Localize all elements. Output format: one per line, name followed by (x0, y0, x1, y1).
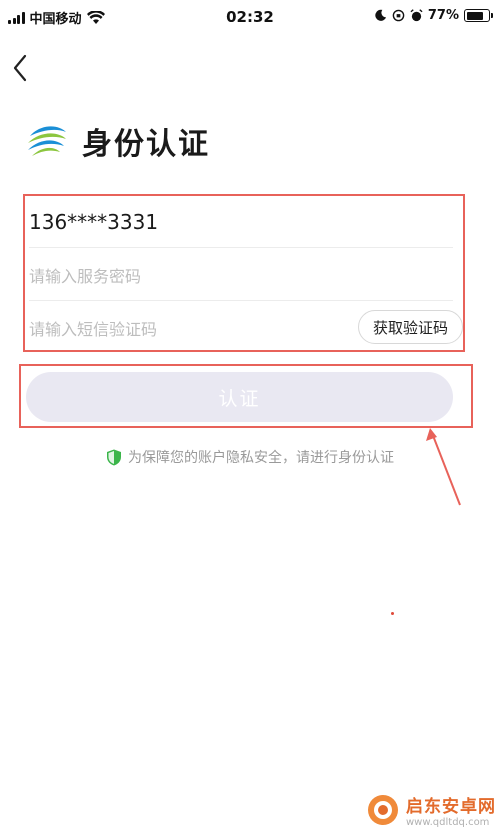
verify-button[interactable]: 认证 (26, 372, 453, 422)
title-row: 身份认证 (24, 118, 210, 164)
china-mobile-logo-icon (28, 126, 66, 156)
status-bar: 中国移动 02:32 77% (0, 0, 500, 34)
watermark-name: 启东安卓网 (406, 797, 496, 817)
shield-icon (107, 449, 121, 465)
watermark: 启东安卓网 www.qdltdq.com (366, 792, 496, 828)
annotation-arrow-icon (426, 428, 461, 506)
battery-icon (464, 9, 493, 22)
page-title: 身份认证 (82, 127, 210, 162)
sms-code-placeholder: 请输入短信验证码 (29, 320, 158, 339)
submit-highlight-box: 认证 (19, 364, 473, 428)
sms-code-field[interactable]: 请输入短信验证码 获取验证码 (29, 302, 463, 354)
password-field[interactable]: 请输入服务密码 (29, 249, 453, 301)
watermark-logo-icon (368, 795, 398, 825)
moon-icon (375, 9, 386, 21)
battery-percent: 77% (427, 8, 459, 23)
back-button[interactable] (6, 50, 34, 86)
phone-field[interactable]: 136****3331 (29, 196, 453, 248)
chevron-left-icon (13, 54, 27, 82)
watermark-text: 启东安卓网 www.qdltdq.com (406, 792, 496, 828)
status-right: 77% (374, 8, 493, 23)
get-code-button[interactable]: 获取验证码 (357, 310, 463, 344)
phone-number-value: 136****3331 (29, 209, 159, 234)
red-dot (391, 612, 394, 615)
password-placeholder: 请输入服务密码 (29, 266, 142, 286)
watermark-url: www.qdltdq.com (406, 817, 490, 828)
notice-text: 为保障您的账户隐私安全，请进行身份认证 (128, 450, 394, 466)
alarm-icon (410, 9, 423, 22)
form-highlight-box: 136****3331 请输入服务密码 请输入短信验证码 获取验证码 (23, 194, 465, 352)
orientation-lock-icon (392, 9, 405, 22)
